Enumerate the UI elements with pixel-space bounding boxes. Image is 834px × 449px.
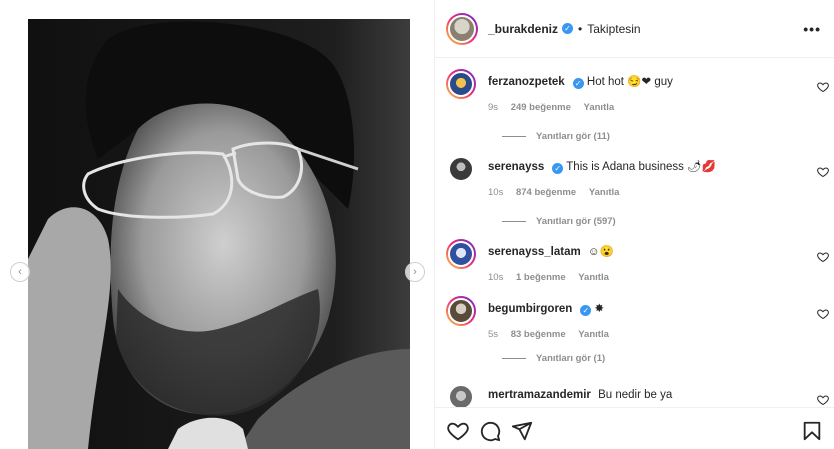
comment-item: mertramazandemir Bu nedir be ya bbox=[446, 382, 831, 407]
comment-time: 5s bbox=[488, 329, 499, 340]
commenter-avatar[interactable] bbox=[446, 296, 476, 326]
comment-text: ☺😮 bbox=[587, 246, 614, 258]
following-status-button[interactable]: Takiptesin bbox=[587, 22, 640, 36]
comment-item: begumbirgoren ✓ ✸ 5s 83 beğenme Yanıtla Y… bbox=[446, 296, 831, 381]
header-separator: • bbox=[578, 21, 583, 36]
comment-meta: 5s 83 beğenme Yanıtla bbox=[488, 329, 619, 340]
comment-text: This is Adana business 🌶💋 bbox=[566, 161, 717, 173]
comment-meta: 10s 874 beğenme Yanıtla bbox=[488, 187, 629, 198]
comment-meta: 10s 1 beğenme Yanıtla bbox=[488, 272, 619, 283]
commenter-avatar[interactable] bbox=[446, 382, 476, 407]
post-media-pane: ‹ › bbox=[0, 0, 434, 449]
post-side-panel: _burakdeniz ✓ • Takiptesin ••• ferzanozp… bbox=[434, 0, 834, 449]
comment-text-block: mertramazandemir Bu nedir be ya bbox=[488, 388, 798, 402]
view-replies-label: Yanıtları gör (597) bbox=[536, 216, 616, 227]
verified-badge-icon: ✓ bbox=[572, 78, 584, 89]
comment-meta: 9s 249 beğenme Yanıtla bbox=[488, 102, 624, 113]
comment-like-heart-icon[interactable] bbox=[817, 308, 829, 320]
author-avatar[interactable] bbox=[446, 12, 478, 45]
comment-username[interactable]: ferzanozpetek bbox=[488, 76, 565, 88]
reply-button[interactable]: Yanıtla bbox=[589, 187, 620, 198]
comment-likes-count[interactable]: 1 beğenme bbox=[516, 272, 566, 283]
verified-badge-icon: ✓ bbox=[562, 23, 574, 34]
comment-like-heart-icon[interactable] bbox=[817, 81, 829, 93]
view-replies-button[interactable]: Yanıtları gör (11) bbox=[502, 131, 610, 142]
comment-text: Hot hot 😏❤ guy bbox=[586, 76, 673, 88]
view-replies-label: Yanıtları gör (11) bbox=[536, 131, 610, 142]
comment-time: 10s bbox=[488, 187, 504, 198]
comment-username[interactable]: serenayss bbox=[488, 161, 544, 173]
comment-text-block: serenayss_latam ☺😮 bbox=[488, 245, 798, 259]
comment-item: serenayss ✓ This is Adana business 🌶💋 10s… bbox=[446, 154, 831, 239]
comment-text: Bu nedir be ya bbox=[598, 389, 673, 401]
heart-icon[interactable] bbox=[447, 420, 469, 442]
comment-username[interactable]: begumbirgoren bbox=[488, 303, 572, 315]
author-username[interactable]: _burakdeniz bbox=[488, 22, 558, 36]
replies-divider-line bbox=[502, 136, 526, 137]
comment-item: ferzanozpetek ✓ Hot hot 😏❤ guy 9s 249 beğ… bbox=[446, 69, 831, 154]
commenter-avatar[interactable] bbox=[446, 154, 476, 184]
reply-button[interactable]: Yanıtla bbox=[584, 102, 615, 113]
comment-text: ✸ bbox=[594, 303, 605, 315]
post-actions-bar bbox=[435, 407, 834, 449]
comment-like-heart-icon[interactable] bbox=[817, 166, 829, 178]
next-photo-button[interactable]: › bbox=[405, 262, 425, 282]
comment-likes-count[interactable]: 874 beğenme bbox=[516, 187, 576, 198]
comment-item: serenayss_latam ☺😮 10s 1 beğenme Yanıtla bbox=[446, 239, 831, 296]
comment-text-block: serenayss ✓ This is Adana business 🌶💋 bbox=[488, 160, 798, 174]
previous-photo-button[interactable]: ‹ bbox=[10, 262, 30, 282]
chevron-right-icon: › bbox=[413, 265, 417, 278]
comments-list[interactable]: ferzanozpetek ✓ Hot hot 😏❤ guy 9s 249 beğ… bbox=[435, 59, 834, 407]
comment-like-heart-icon[interactable] bbox=[817, 394, 829, 406]
send-icon[interactable] bbox=[511, 420, 533, 442]
instagram-post-dialog: ‹ › _burakdeniz ✓ • Takiptesin ••• ferza… bbox=[0, 0, 834, 449]
comment-username[interactable]: serenayss_latam bbox=[488, 246, 581, 258]
verified-badge-icon: ✓ bbox=[580, 305, 592, 316]
comment-text-block: begumbirgoren ✓ ✸ bbox=[488, 302, 798, 316]
comment-likes-count[interactable]: 83 beğenme bbox=[511, 329, 566, 340]
post-photo[interactable] bbox=[28, 19, 410, 449]
view-replies-label: Yanıtları gör (1) bbox=[536, 353, 606, 364]
view-replies-button[interactable]: Yanıtları gör (1) bbox=[502, 353, 605, 364]
commenter-avatar[interactable] bbox=[446, 69, 476, 99]
comment-time: 9s bbox=[488, 102, 499, 113]
bookmark-icon[interactable] bbox=[801, 420, 823, 442]
verified-badge-icon: ✓ bbox=[552, 163, 564, 174]
comment-text-block: ferzanozpetek ✓ Hot hot 😏❤ guy bbox=[488, 75, 798, 89]
view-replies-button[interactable]: Yanıtları gör (597) bbox=[502, 216, 616, 227]
post-header: _burakdeniz ✓ • Takiptesin ••• bbox=[435, 0, 834, 58]
more-options-icon[interactable]: ••• bbox=[803, 22, 821, 36]
portrait-image bbox=[28, 19, 410, 449]
replies-divider-line bbox=[502, 358, 526, 359]
reply-button[interactable]: Yanıtla bbox=[578, 329, 609, 340]
commenter-avatar[interactable] bbox=[446, 239, 476, 269]
comment-username[interactable]: mertramazandemir bbox=[488, 389, 591, 401]
comment-icon[interactable] bbox=[479, 420, 501, 442]
replies-divider-line bbox=[502, 221, 526, 222]
reply-button[interactable]: Yanıtla bbox=[578, 272, 609, 283]
comment-likes-count[interactable]: 249 beğenme bbox=[511, 102, 571, 113]
chevron-left-icon: ‹ bbox=[18, 265, 22, 278]
comment-like-heart-icon[interactable] bbox=[817, 251, 829, 263]
comment-time: 10s bbox=[488, 272, 504, 283]
